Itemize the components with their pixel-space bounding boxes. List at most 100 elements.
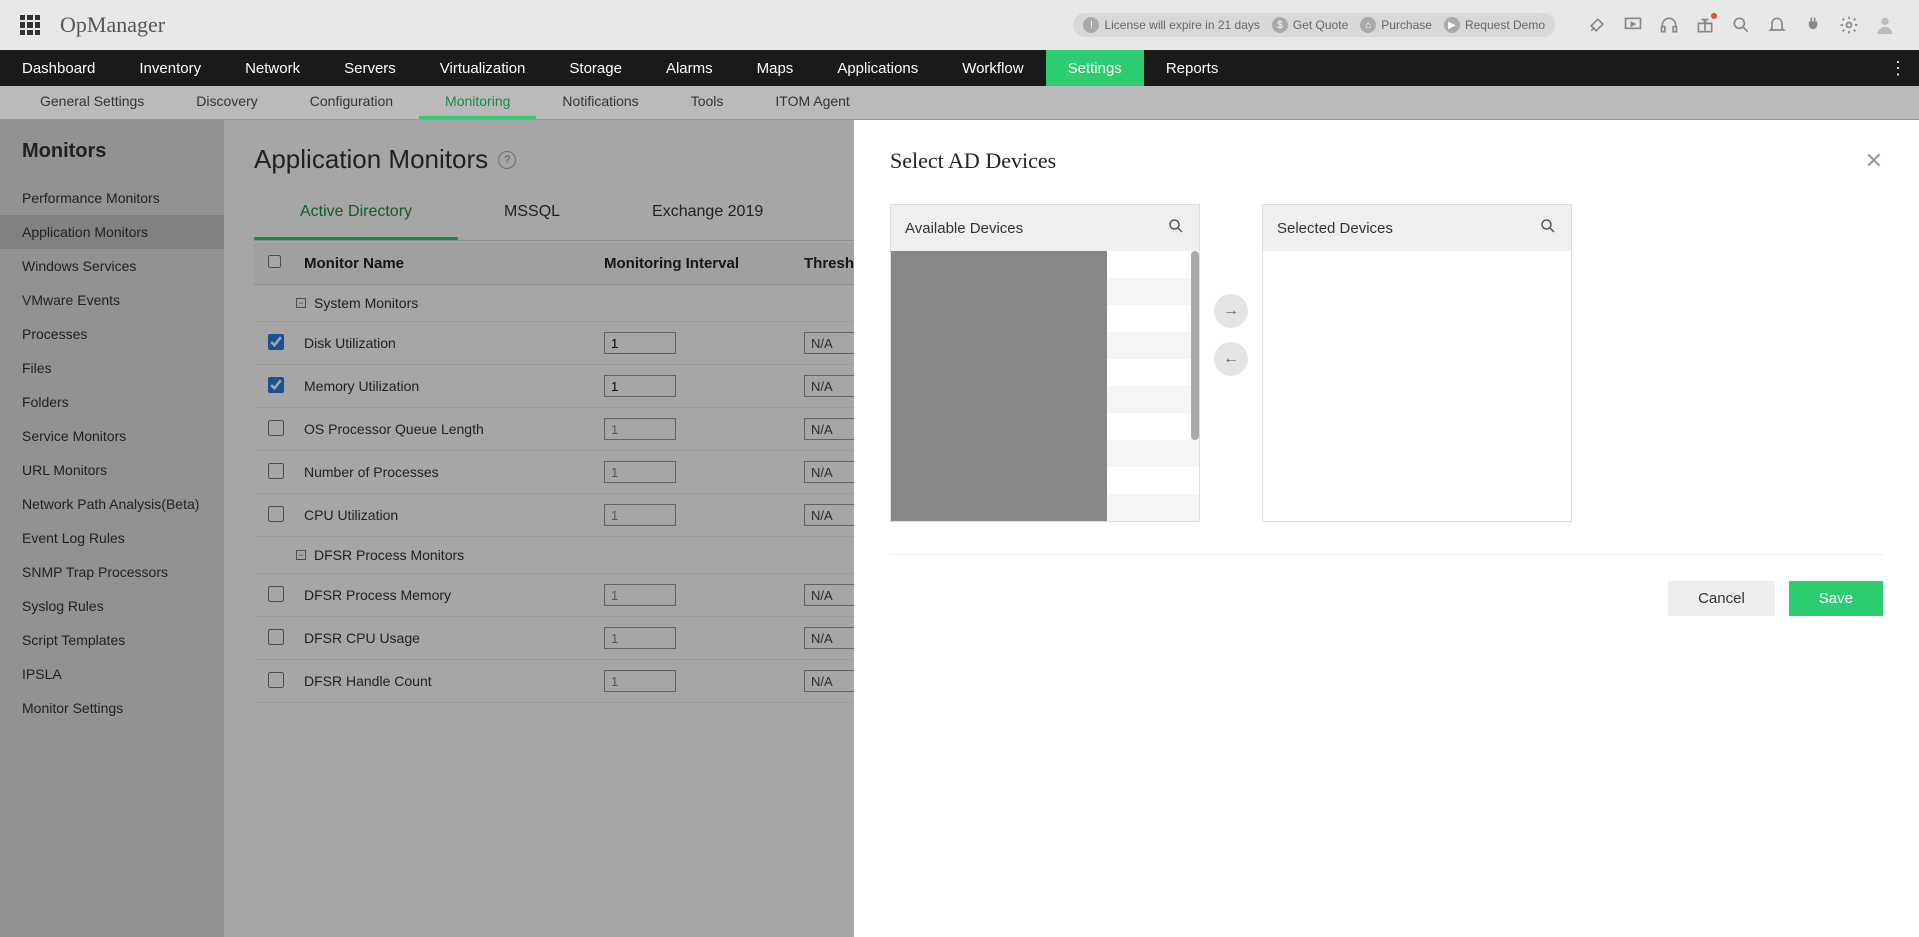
sidebar-item-processes[interactable]: Processes [0, 317, 224, 351]
sidebar-item-event-log-rules[interactable]: Event Log Rules [0, 521, 224, 555]
license-notice[interactable]: ! License will expire in 21 days [1083, 17, 1259, 33]
sidebar-item-application-monitors[interactable]: Application Monitors [0, 215, 224, 249]
search-icon[interactable] [1727, 11, 1755, 39]
sub-nav-configuration[interactable]: Configuration [284, 86, 419, 119]
main-nav-storage[interactable]: Storage [547, 50, 644, 86]
brand-logo: OpManager [60, 12, 165, 38]
main-nav-alarms[interactable]: Alarms [644, 50, 735, 86]
main-nav-maps[interactable]: Maps [735, 50, 816, 86]
main-nav-virtualization[interactable]: Virtualization [418, 50, 548, 86]
sidebar-item-vmware-events[interactable]: VMware Events [0, 283, 224, 317]
main-nav-applications[interactable]: Applications [815, 50, 940, 86]
close-icon[interactable]: ✕ [1865, 148, 1883, 174]
apps-grid-icon[interactable] [20, 15, 40, 35]
available-scrollbar[interactable] [1191, 251, 1199, 440]
sidebar-item-ipsla[interactable]: IPSLA [0, 657, 224, 691]
monitor-name: DFSR CPU Usage [304, 630, 604, 646]
help-icon[interactable]: ? [498, 151, 516, 169]
row-checkbox[interactable] [268, 377, 284, 393]
main-nav: DashboardInventoryNetworkServersVirtuali… [0, 50, 1919, 86]
selected-devices-label: Selected Devices [1277, 220, 1393, 237]
sub-nav-discovery[interactable]: Discovery [170, 86, 283, 119]
gear-icon[interactable] [1835, 11, 1863, 39]
sidebar-item-syslog-rules[interactable]: Syslog Rules [0, 589, 224, 623]
rocket-icon[interactable] [1583, 11, 1611, 39]
sidebar-item-service-monitors[interactable]: Service Monitors [0, 419, 224, 453]
sidebar-item-folders[interactable]: Folders [0, 385, 224, 419]
main-nav-inventory[interactable]: Inventory [117, 50, 223, 86]
sidebar-item-url-monitors[interactable]: URL Monitors [0, 453, 224, 487]
sidebar-item-windows-services[interactable]: Windows Services [0, 249, 224, 283]
gift-icon[interactable] [1691, 11, 1719, 39]
main-nav-workflow[interactable]: Workflow [940, 50, 1045, 86]
sub-nav-tools[interactable]: Tools [665, 86, 750, 119]
sidebar-item-script-templates[interactable]: Script Templates [0, 623, 224, 657]
selected-devices-box: Selected Devices [1262, 204, 1572, 522]
cancel-button[interactable]: Cancel [1668, 581, 1775, 616]
main-nav-settings[interactable]: Settings [1046, 50, 1144, 86]
row-checkbox[interactable] [268, 672, 284, 688]
tab-active-directory[interactable]: Active Directory [254, 187, 458, 240]
main-nav-reports[interactable]: Reports [1144, 50, 1241, 86]
interval-input[interactable] [604, 332, 676, 354]
nav-overflow-icon[interactable]: ⋮ [1877, 50, 1919, 86]
sidebar-item-files[interactable]: Files [0, 351, 224, 385]
sidebar-item-snmp-trap-processors[interactable]: SNMP Trap Processors [0, 555, 224, 589]
interval-input [604, 670, 676, 692]
sub-nav-itom-agent[interactable]: ITOM Agent [749, 86, 875, 119]
main-nav-network[interactable]: Network [223, 50, 322, 86]
purchase-link[interactable]: ⌂ Purchase [1360, 17, 1432, 33]
info-icon: ! [1083, 17, 1099, 33]
row-checkbox[interactable] [268, 629, 284, 645]
sidebar-item-performance-monitors[interactable]: Performance Monitors [0, 181, 224, 215]
main-nav-servers[interactable]: Servers [322, 50, 418, 86]
collapse-icon[interactable]: − [296, 550, 306, 560]
panel-title: Select AD Devices [890, 148, 1056, 174]
monitor-name: CPU Utilization [304, 507, 604, 523]
play-icon: ▶ [1444, 17, 1460, 33]
row-checkbox[interactable] [268, 463, 284, 479]
row-checkbox[interactable] [268, 420, 284, 436]
select-all-checkbox[interactable] [268, 255, 281, 268]
search-available-icon[interactable] [1167, 217, 1185, 239]
get-quote-link[interactable]: $ Get Quote [1272, 17, 1348, 33]
main-nav-dashboard[interactable]: Dashboard [0, 50, 117, 86]
presentation-icon[interactable] [1619, 11, 1647, 39]
request-demo-link[interactable]: ▶ Request Demo [1444, 17, 1545, 33]
license-notice-label: License will expire in 21 days [1104, 18, 1259, 32]
selected-devices-list[interactable] [1263, 251, 1571, 521]
bell-icon[interactable] [1763, 11, 1791, 39]
sidebar: Monitors Performance MonitorsApplication… [0, 120, 224, 937]
sub-nav-general-settings[interactable]: General Settings [14, 86, 170, 119]
sidebar-item-monitor-settings[interactable]: Monitor Settings [0, 691, 224, 725]
move-left-button[interactable]: ← [1214, 342, 1248, 376]
tab-mssql[interactable]: MSSQL [458, 187, 606, 240]
available-devices-label: Available Devices [905, 220, 1023, 237]
available-devices-list[interactable] [891, 251, 1199, 521]
interval-input [604, 584, 676, 606]
request-demo-label: Request Demo [1465, 18, 1545, 32]
sub-nav-monitoring[interactable]: Monitoring [419, 86, 536, 119]
plug-icon[interactable] [1799, 11, 1827, 39]
dollar-icon: $ [1272, 17, 1288, 33]
cart-icon: ⌂ [1360, 17, 1376, 33]
row-checkbox[interactable] [268, 506, 284, 522]
row-checkbox[interactable] [268, 334, 284, 350]
device-picker: Available Devices → ← Selected Devices [890, 204, 1883, 522]
page-title-text: Application Monitors [254, 144, 488, 175]
tab-exchange-2019[interactable]: Exchange 2019 [606, 187, 809, 240]
headset-icon[interactable] [1655, 11, 1683, 39]
sub-nav-notifications[interactable]: Notifications [536, 86, 664, 119]
collapse-icon[interactable]: − [296, 298, 306, 308]
user-avatar-icon[interactable] [1871, 11, 1899, 39]
interval-input[interactable] [604, 375, 676, 397]
select-devices-panel: Select AD Devices ✕ Available Devices → … [854, 120, 1919, 937]
monitor-name: DFSR Process Memory [304, 587, 604, 603]
monitor-name: DFSR Handle Count [304, 673, 604, 689]
row-checkbox[interactable] [268, 586, 284, 602]
sidebar-item-network-path-analysis-beta-[interactable]: Network Path Analysis(Beta) [0, 487, 224, 521]
monitor-name: Disk Utilization [304, 335, 604, 351]
move-right-button[interactable]: → [1214, 294, 1248, 328]
save-button[interactable]: Save [1789, 581, 1883, 616]
search-selected-icon[interactable] [1539, 217, 1557, 239]
